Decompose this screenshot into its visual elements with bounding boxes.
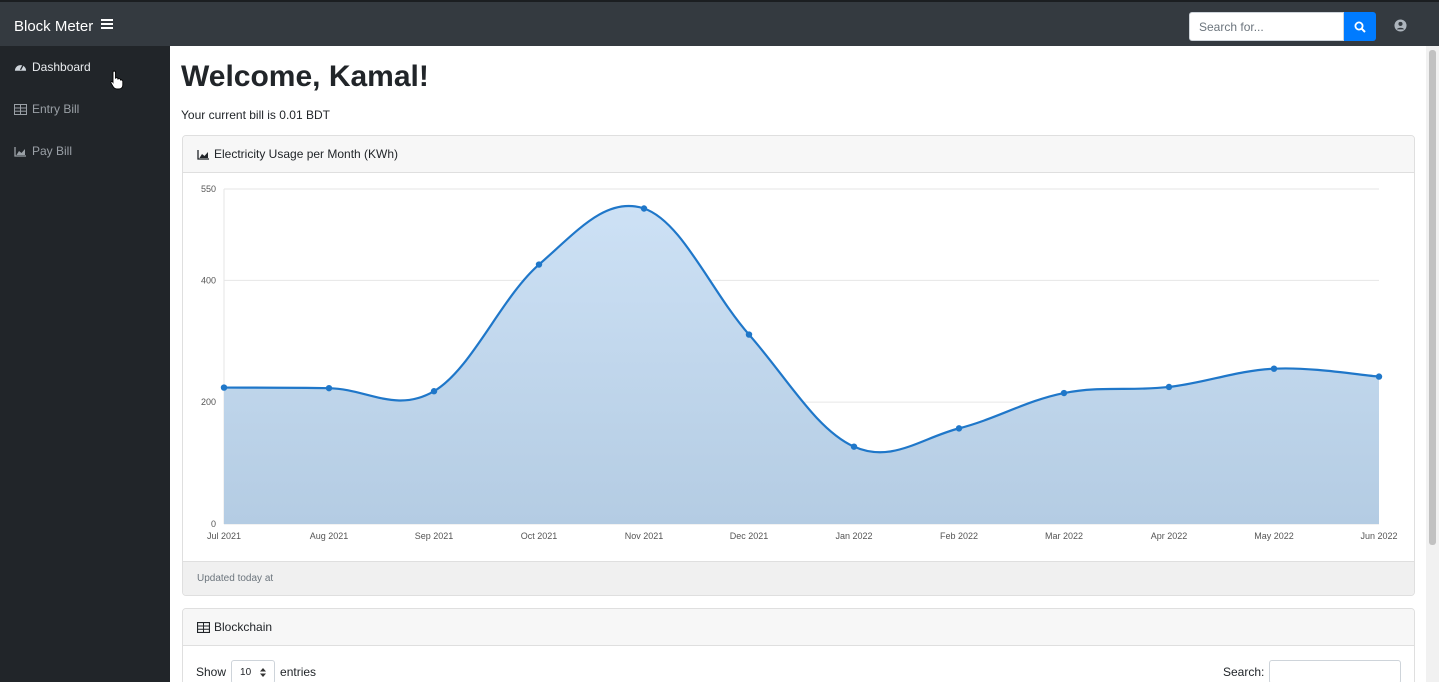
y-tick-label: 200 (201, 397, 216, 407)
entries-select[interactable]: 10 (231, 660, 276, 682)
sort-arrows-icon (260, 667, 267, 677)
mouse-cursor-icon (110, 70, 124, 90)
data-point[interactable] (640, 205, 648, 212)
user-circle-icon[interactable] (1394, 19, 1407, 32)
table-search-label: Search: (1223, 665, 1265, 679)
table-icon (197, 621, 210, 633)
table-search-input[interactable] (1269, 660, 1402, 682)
chart-area-icon (14, 146, 26, 157)
data-point[interactable] (1165, 383, 1173, 391)
chart-area-fill (224, 205, 1379, 525)
x-tick-label: Nov 2021 (625, 531, 664, 541)
sidebar-item-label: Entry Bill (32, 102, 80, 116)
sidebar-toggle-icon[interactable] (101, 19, 113, 31)
table-icon (14, 103, 27, 115)
page-scrollbar[interactable] (1426, 46, 1439, 682)
data-point[interactable] (1060, 389, 1068, 397)
x-tick-label: May 2022 (1254, 531, 1294, 541)
entries-label: entries (280, 665, 317, 679)
entries-value: 10 (240, 666, 252, 678)
card-header: Blockchain (183, 609, 1414, 646)
x-tick-label: Jul 2021 (207, 531, 241, 541)
top-navbar: Block Meter (0, 0, 1439, 46)
y-tick-label: 550 (201, 184, 216, 194)
data-point[interactable] (1270, 365, 1278, 372)
chart-area-icon (197, 149, 209, 160)
y-tick-label: 0 (211, 519, 216, 529)
search-form (1189, 12, 1376, 41)
data-point[interactable] (955, 425, 963, 432)
x-tick-label: Jun 2022 (1360, 531, 1397, 541)
usage-chart-card: Electricity Usage per Month (KWh) Jul 20… (182, 135, 1415, 596)
card-header: Electricity Usage per Month (KWh) (183, 136, 1414, 173)
sidebar-item-label: Pay Bill (32, 144, 73, 158)
sidebar: Dashboard Entry Bill Pay Bill (0, 46, 170, 682)
sidebar-item-label: Dashboard (32, 60, 91, 74)
data-point[interactable] (745, 331, 753, 338)
x-tick-label: Sep 2021 (415, 531, 454, 541)
data-point[interactable] (220, 384, 228, 391)
search-button[interactable] (1344, 12, 1376, 41)
page-title: Welcome, Kamal! (181, 60, 429, 93)
sidebar-item-pay-bill[interactable]: Pay Bill (14, 144, 72, 158)
data-point[interactable] (535, 261, 543, 268)
x-tick-label: Aug 2021 (310, 531, 349, 541)
x-tick-label: Dec 2021 (730, 531, 769, 541)
x-tick-label: Apr 2022 (1151, 531, 1188, 541)
tachometer-icon (14, 65, 27, 71)
x-tick-label: Jan 2022 (835, 531, 872, 541)
card-title: Electricity Usage per Month (KWh) (214, 147, 399, 161)
x-tick-label: Feb 2022 (940, 531, 978, 541)
x-tick-label: Oct 2021 (521, 531, 558, 541)
data-point[interactable] (430, 388, 438, 395)
show-label: Show (196, 665, 227, 679)
y-tick-label: 400 (201, 275, 216, 285)
search-input[interactable] (1189, 12, 1344, 41)
sidebar-item-entry-bill[interactable]: Entry Bill (14, 102, 79, 116)
data-point[interactable] (1375, 373, 1383, 380)
card-footer: Updated today at (183, 561, 1414, 595)
main-content: Welcome, Kamal! Your current bill is 0.0… (170, 46, 1426, 682)
data-point[interactable] (325, 384, 333, 392)
usage-chart: Jul 2021 Aug 2021 Sep 2021 Oct 2021 Nov 2021… (201, 184, 1398, 541)
current-bill-text: Your current bill is 0.01 BDT (181, 108, 330, 122)
table-length-control: Show 10 entries (196, 660, 316, 682)
table-search: Search: (1223, 660, 1402, 682)
search-icon (1354, 21, 1366, 33)
x-tick-label: Mar 2022 (1045, 531, 1083, 541)
scrollbar-thumb[interactable] (1429, 50, 1436, 545)
sidebar-item-dashboard[interactable]: Dashboard (14, 60, 91, 74)
brand-title[interactable]: Block Meter (14, 18, 93, 35)
data-point[interactable] (850, 443, 858, 450)
card-title: Blockchain (214, 620, 273, 634)
